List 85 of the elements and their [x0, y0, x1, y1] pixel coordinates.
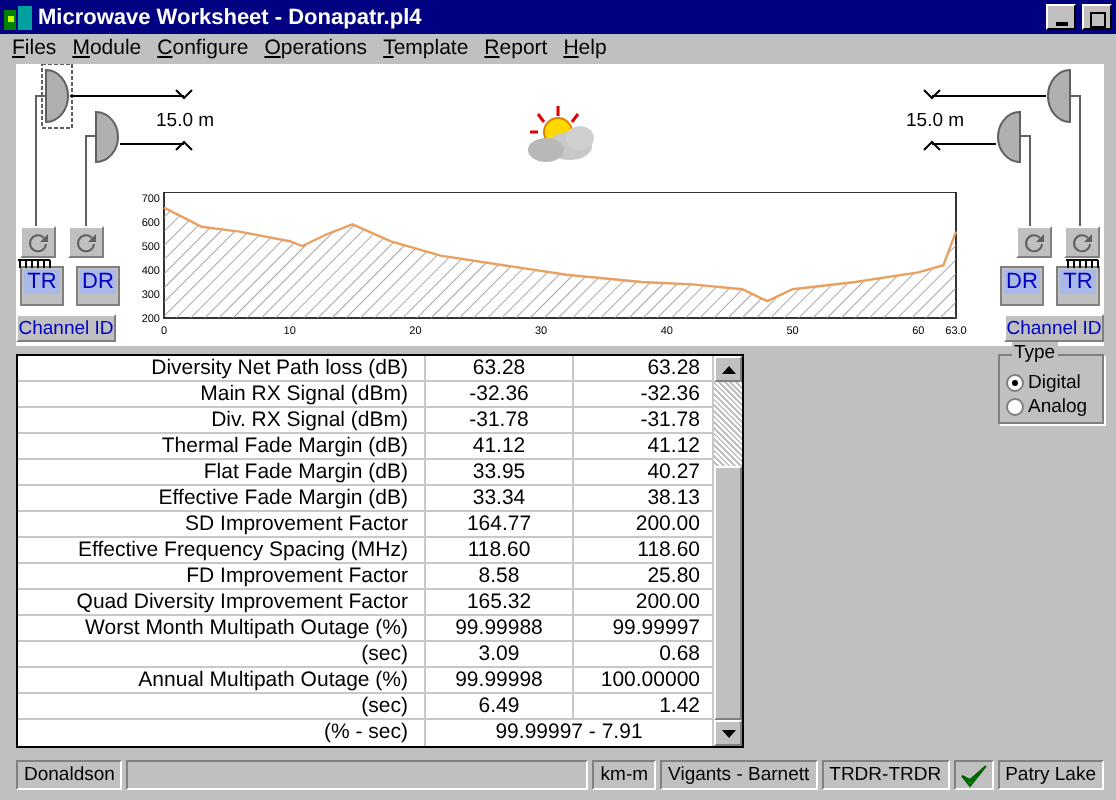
refresh-icon: [1022, 231, 1046, 253]
app-icon: [4, 5, 32, 29]
table-cell: 118.60: [426, 538, 574, 562]
scroll-thumb[interactable]: [714, 466, 742, 720]
table-cell: 8.58: [426, 564, 574, 588]
table-cell: 33.95: [426, 460, 574, 484]
row-label: Diversity Net Path loss (dB): [18, 356, 426, 380]
radio-label[interactable]: Analog: [1028, 395, 1088, 417]
check-icon: [959, 763, 988, 787]
table-cell: 99.99998: [426, 668, 574, 692]
minimize-button[interactable]: [1046, 4, 1076, 30]
refresh-button[interactable]: [1016, 226, 1052, 258]
status-panel: Donaldson: [16, 760, 123, 790]
row-label: (sec): [18, 694, 426, 718]
menu-item[interactable]: Files: [4, 36, 65, 60]
refresh-button[interactable]: [20, 226, 56, 258]
refresh-button[interactable]: [68, 226, 104, 258]
table-cell: 6.49: [426, 694, 574, 718]
status-panel: km-m: [592, 760, 657, 790]
table-cell: 63.28: [426, 356, 574, 380]
scroll-up-button[interactable]: [714, 356, 742, 382]
connector-icon: [1065, 259, 1099, 269]
row-label: Effective Fade Margin (dB): [18, 486, 426, 510]
menu-item[interactable]: Template: [375, 36, 477, 60]
table-cell: -31.78: [426, 408, 574, 432]
radio-button[interactable]: [1006, 373, 1024, 391]
row-label: Effective Frequency Spacing (MHz): [18, 538, 426, 562]
menu-item[interactable]: Configure: [149, 36, 257, 60]
maximize-button[interactable]: [1082, 4, 1112, 30]
channel-id-button[interactable]: Channel ID: [16, 314, 116, 342]
cable: [85, 135, 97, 227]
minimize-icon: [1055, 22, 1067, 28]
refresh-icon: [74, 231, 98, 253]
dish-antenna[interactable]: [95, 111, 119, 163]
cable: [1069, 95, 1081, 227]
status-panel: Vigants - Barnett: [660, 760, 818, 790]
menu-item[interactable]: Module: [64, 36, 150, 60]
row-label: FD Improvement Factor: [18, 564, 426, 588]
row-label: SD Improvement Factor: [18, 512, 426, 536]
maximize-icon: [1089, 12, 1105, 28]
table-cell: 99.99988: [426, 616, 574, 640]
unit-button[interactable]: TR: [20, 266, 64, 306]
table-cell: 165.32: [426, 590, 574, 614]
height-marker: [69, 89, 193, 151]
menu-item[interactable]: Report: [476, 36, 556, 60]
row-label: Thermal Fade Margin (dB): [18, 434, 426, 458]
height-label: 15.0 m: [156, 110, 215, 132]
row-label: Flat Fade Margin (dB): [18, 460, 426, 484]
menu-item[interactable]: Help: [555, 36, 615, 60]
refresh-icon: [26, 231, 50, 253]
cable: [1019, 135, 1031, 227]
row-label: (sec): [18, 642, 426, 666]
table-cell: 33.34: [426, 486, 574, 510]
dish-antenna[interactable]: [997, 111, 1021, 163]
unit-button[interactable]: DR: [1000, 266, 1044, 306]
unit-button[interactable]: TR: [1056, 266, 1100, 306]
height-label: 15.0 m: [906, 110, 965, 132]
up-arrow-icon: [721, 365, 735, 373]
status-panel: Patry Lake: [997, 760, 1104, 790]
row-label: Quad Diversity Improvement Factor: [18, 590, 426, 614]
refresh-button[interactable]: [1064, 226, 1100, 258]
menu-item[interactable]: Operations: [256, 36, 376, 60]
row-label: Div. RX Signal (dBm): [18, 408, 426, 432]
table-cell: 3.09: [426, 642, 574, 666]
table-cell: -32.36: [426, 382, 574, 406]
scroll-down-button[interactable]: [714, 720, 742, 746]
row-label: Main RX Signal (dBm): [18, 382, 426, 406]
table-cell: 164.77: [426, 512, 574, 536]
unit-button[interactable]: DR: [76, 266, 120, 306]
row-label: (% - sec): [18, 720, 426, 746]
status-panel: TRDR-TRDR: [821, 760, 950, 790]
window-title: Microwave Worksheet - Donapatr.pl4: [38, 5, 424, 29]
table-cell: 41.12: [426, 434, 574, 458]
refresh-icon: [1070, 231, 1094, 253]
dish-antenna[interactable]: [1047, 69, 1071, 123]
cable: [35, 95, 47, 227]
down-arrow-icon: [721, 729, 735, 737]
radio-label[interactable]: Digital: [1028, 371, 1081, 393]
channel-id-button[interactable]: Channel ID: [1004, 314, 1104, 342]
group-title: Type: [1012, 342, 1058, 364]
row-label: Worst Month Multipath Outage (%): [18, 616, 426, 640]
radio-button[interactable]: [1006, 397, 1024, 415]
row-label: Annual Multipath Outage (%): [18, 668, 426, 692]
connector-icon: [17, 259, 51, 269]
dish-antenna[interactable]: [41, 64, 73, 129]
